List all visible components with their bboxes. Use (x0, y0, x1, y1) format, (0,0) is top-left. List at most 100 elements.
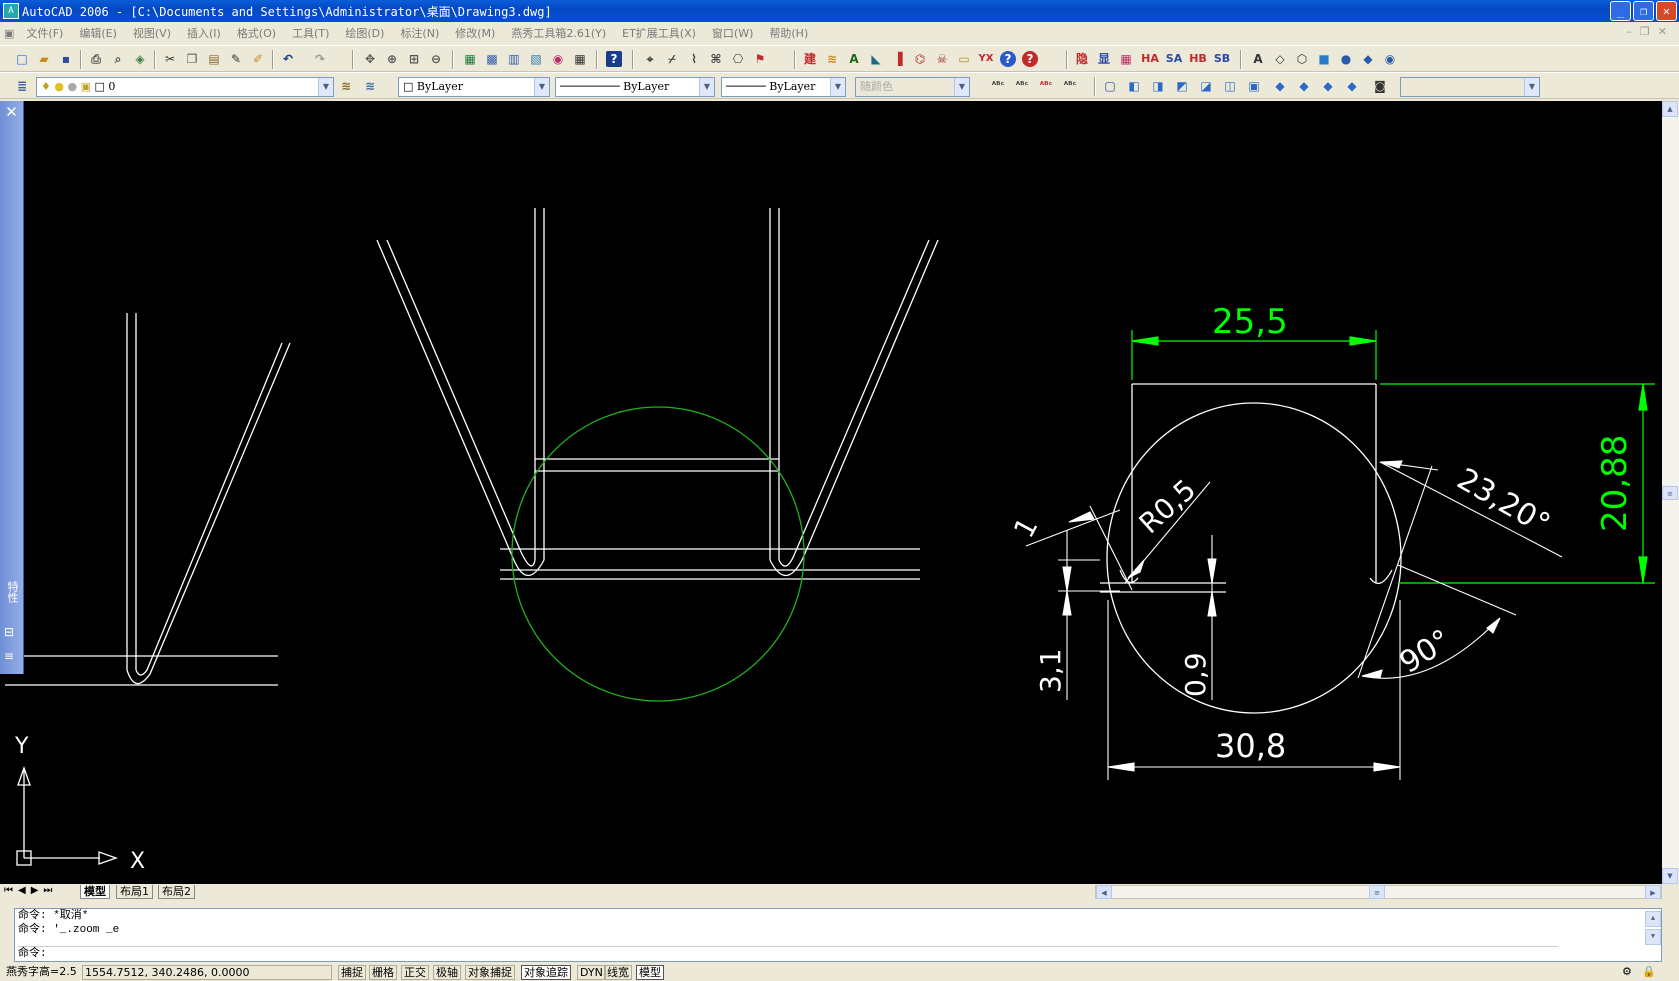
ortho-toggle[interactable]: 正交 (401, 965, 429, 980)
grid-toggle[interactable]: 栅格 (369, 965, 397, 980)
menu-yanxiu[interactable]: 燕秀工具箱2.61(Y) (503, 25, 614, 41)
minimize-button[interactable]: _ (1610, 1, 1631, 21)
text-style-icon[interactable]: A (846, 51, 862, 67)
polar-toggle[interactable]: 极轴 (433, 965, 461, 980)
publish-icon[interactable]: ◈ (132, 51, 148, 67)
tab-layout1[interactable]: 布局1 (116, 885, 153, 899)
camera-icon[interactable]: ◙ (1372, 78, 1388, 94)
zoom-previous-icon[interactable]: ⊖ (428, 51, 444, 67)
sphere-icon[interactable]: ● (1338, 51, 1354, 67)
yanxiu-build-icon[interactable]: 建 (802, 51, 818, 67)
menu-window[interactable]: 窗口(W) (704, 25, 761, 41)
help-icon[interactable]: ? (606, 51, 622, 67)
express-tool-icon[interactable]: ⚑ (752, 51, 768, 67)
text-frame-icon[interactable]: A (1250, 51, 1266, 67)
open-folder-icon[interactable]: ▰ (36, 51, 52, 67)
document-icon[interactable]: ▣ (0, 27, 18, 40)
lineweight-combo[interactable]: ────── ByLayer ▼ (721, 77, 846, 97)
scroll-thumb[interactable]: ≡ (1662, 486, 1678, 500)
menu-view[interactable]: 视图(V) (125, 25, 179, 41)
ne-iso-icon[interactable]: ◆ (1320, 78, 1336, 94)
zoom-realtime-icon[interactable]: ⊕ (384, 51, 400, 67)
cut-icon[interactable]: ✂ (162, 51, 178, 67)
tab-navigation-icons[interactable]: ⏮◀▶⏭ (4, 885, 57, 896)
scroll-up-icon[interactable]: ▲ (1662, 101, 1678, 117)
left-view-icon[interactable]: ◩ (1174, 78, 1190, 94)
view-manager-icon[interactable]: ▢ (1102, 78, 1118, 94)
shapes-icon[interactable]: ◇ (1272, 51, 1288, 67)
command-input[interactable]: 命令: (18, 946, 1558, 960)
sa-tool-icon[interactable]: SA (1164, 51, 1184, 67)
help-red-icon[interactable]: ? (1022, 51, 1038, 67)
color-bars-icon[interactable]: ▐ (890, 51, 906, 67)
sheet-set-icon[interactable]: ▧ (528, 51, 544, 67)
layers-stack-icon[interactable]: ≋ (824, 51, 840, 67)
paste-icon[interactable]: ▤ (206, 51, 222, 67)
solid-cube-icon[interactable]: ◆ (1360, 51, 1376, 67)
extend-tool-icon[interactable]: ⌇ (686, 51, 702, 67)
menu-insert[interactable]: 插入(I) (179, 25, 229, 41)
skull-icon[interactable]: ☠ (934, 51, 950, 67)
close-icon[interactable]: ✕ (0, 103, 23, 121)
properties-icon[interactable]: ▦ (462, 51, 478, 67)
print-preview-icon[interactable]: ⌕ (110, 51, 126, 67)
offset-tool-icon[interactable]: ⎔ (730, 51, 746, 67)
cube-wire-icon[interactable]: ⬡ (1294, 51, 1310, 67)
trim-tool-icon[interactable]: ⌿ (664, 51, 680, 67)
properties-palette[interactable]: ✕ 特性 ⊟ ≡ (0, 101, 24, 674)
menu-express-tools[interactable]: ET扩展工具(X) (614, 25, 704, 41)
save-icon[interactable]: ▪ (58, 51, 74, 67)
grid-tool-icon[interactable]: ▦ (1118, 51, 1134, 67)
menu-edit[interactable]: 编辑(E) (71, 25, 125, 41)
match-properties-icon[interactable]: ✎ (228, 51, 244, 67)
command-window[interactable]: 命令: *取消* 命令: '_.zoom _e 命令: ▲ ▼ (14, 908, 1662, 962)
folder-icon[interactable]: ▭ (956, 51, 972, 67)
copy-icon[interactable]: ❐ (184, 51, 200, 67)
command-icon[interactable]: ⌬ (912, 51, 928, 67)
box-solid-icon[interactable]: ■ (1316, 51, 1332, 67)
top-view-icon[interactable]: ◧ (1126, 78, 1142, 94)
menu-tools[interactable]: 工具(T) (284, 25, 337, 41)
globe-icon[interactable]: ◉ (1382, 51, 1398, 67)
design-center-icon[interactable]: ▩ (484, 51, 500, 67)
calculator-icon[interactable]: ▦ (572, 51, 588, 67)
mdi-window-controls[interactable]: –❐✕ (1626, 25, 1675, 38)
markup-icon[interactable]: ◉ (550, 51, 566, 67)
vertical-scrollbar[interactable]: ▲ ≡ ▼ (1662, 101, 1679, 884)
make-current-layer-icon[interactable]: ≋ (338, 78, 354, 94)
text-spell-icon[interactable]: ᴬᴮᶜ (990, 78, 1006, 94)
pan-icon[interactable]: ✥ (362, 51, 378, 67)
chart-tool-icon[interactable]: ◣ (868, 51, 884, 67)
block-editor-icon[interactable]: ✐ (250, 51, 266, 67)
array-tool-icon[interactable]: ⌘ (708, 51, 724, 67)
palette-menu-icon[interactable]: ≡ (4, 649, 14, 663)
menu-draw[interactable]: 绘图(D) (337, 25, 392, 41)
scroll-down-icon[interactable]: ▼ (1662, 868, 1678, 884)
hscroll-thumb[interactable]: ≡ (1369, 885, 1385, 899)
right-view-icon[interactable]: ◪ (1198, 78, 1214, 94)
menu-modify[interactable]: 修改(M) (447, 25, 503, 41)
model-toggle[interactable]: 模型 (636, 965, 664, 980)
ha-tool-icon[interactable]: HA (1140, 51, 1160, 67)
linetype-combo[interactable]: ───────── ByLayer ▼ (555, 77, 715, 97)
palette-auto-hide-icon[interactable]: ⊟ (4, 625, 14, 639)
se-iso-icon[interactable]: ◆ (1296, 78, 1312, 94)
sw-iso-icon[interactable]: ◆ (1272, 78, 1288, 94)
text-scale-icon[interactable]: ᴬᴮᶜ (1038, 78, 1054, 94)
front-view-icon[interactable]: ◫ (1222, 78, 1238, 94)
back-view-icon[interactable]: ▣ (1246, 78, 1262, 94)
autocad-app-icon[interactable]: A (3, 3, 19, 19)
tray-settings-icon[interactable]: ⚙ (1620, 964, 1634, 981)
help-circle-icon[interactable]: ? (1000, 51, 1016, 67)
dyn-toggle[interactable]: DYN (577, 965, 606, 980)
tab-model[interactable]: 模型 (80, 885, 110, 899)
scroll-right-icon[interactable]: ▶ (1645, 885, 1661, 899)
scroll-left-icon[interactable]: ◀ (1096, 885, 1112, 899)
restore-button[interactable]: ❐ (1633, 1, 1654, 21)
drawing-area[interactable]: 25,5 20,88 30,8 3,1 0,9 1 R0,5 23,20° 90… (0, 101, 1662, 884)
undo-icon[interactable]: ↶ (280, 51, 296, 67)
new-file-icon[interactable]: □ (14, 51, 30, 67)
zoom-window-icon[interactable]: ⊞ (406, 51, 422, 67)
snap-tool-icon[interactable]: ⌖ (642, 51, 658, 67)
layer-combo[interactable]: ♦ ● ● ▣ □ 0 ▼ (36, 77, 334, 97)
